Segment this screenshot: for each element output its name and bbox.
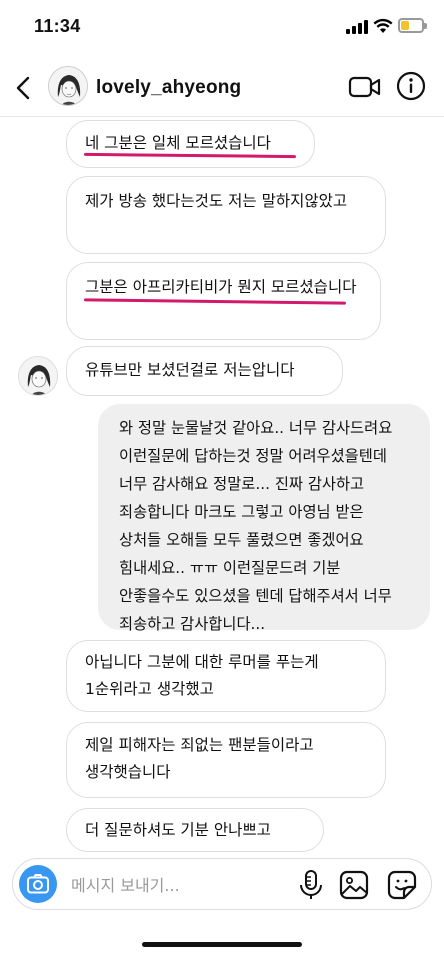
video-camera-icon[interactable] xyxy=(348,74,382,100)
message-input[interactable] xyxy=(71,873,291,897)
info-icon[interactable] xyxy=(396,71,426,101)
message-text: 네 그분은 일체 모르셨습니다 xyxy=(85,134,271,152)
battery-icon xyxy=(398,18,427,33)
signal-icon xyxy=(346,20,368,34)
sent-message[interactable]: 와 정말 눈물날것 같아요.. 너무 감사드려요 이런질문에 답하는것 정말 어… xyxy=(98,404,430,633)
sticker-icon[interactable] xyxy=(387,870,417,900)
message-text: 더 질문하셔도 기분 안나쁘고 xyxy=(85,821,271,839)
gallery-icon[interactable] xyxy=(339,870,369,900)
camera-icon[interactable] xyxy=(19,865,57,903)
received-message-4[interactable]: 유튜브만 보셨던걸로 저는압니다 xyxy=(66,346,343,396)
message-text: 제일 피해자는 죄없는 팬분들이라고 생각햇습니다 xyxy=(85,736,314,781)
header-divider xyxy=(0,116,444,117)
home-indicator[interactable] xyxy=(142,942,302,947)
message-text: 와 정말 눈물날것 같아요.. 너무 감사드려요 이런질문에 답하는것 정말 어… xyxy=(119,419,393,633)
avatar[interactable] xyxy=(48,66,88,106)
microphone-icon[interactable] xyxy=(298,869,324,901)
received-message-5[interactable]: 아닙니다 그분에 대한 루머를 푸는게 1순위라고 생각했고 xyxy=(66,640,386,712)
received-message-2[interactable]: 제가 방송 했다는것도 저는 말하지않았고 xyxy=(66,176,386,254)
chat-username[interactable]: lovely_ahyeong xyxy=(96,77,241,99)
chat-header: lovely_ahyeong xyxy=(0,60,444,116)
status-bar: 11:34 xyxy=(0,0,444,56)
message-text: 제가 방송 했다는것도 저는 말하지않았고 xyxy=(85,192,348,210)
wifi-icon xyxy=(373,18,393,33)
message-text: 유튜브만 보셨던걸로 저는압니다 xyxy=(85,361,295,379)
message-text: 아닙니다 그분에 대한 루머를 푸는게 1순위라고 생각했고 xyxy=(85,653,319,698)
message-composer xyxy=(12,858,432,910)
status-time: 11:34 xyxy=(34,16,81,36)
back-chevron-icon[interactable] xyxy=(10,72,38,104)
received-message-6[interactable]: 제일 피해자는 죄없는 팬분들이라고 생각햇습니다 xyxy=(66,722,386,798)
message-text: 그분은 아프리카티비가 뭔지 모르셨습니다 xyxy=(85,278,357,296)
avatar[interactable] xyxy=(18,356,58,396)
received-message-7[interactable]: 더 질문하셔도 기분 안나쁘고 xyxy=(66,808,324,852)
received-message-1[interactable]: 네 그분은 일체 모르셨습니다 xyxy=(66,120,315,168)
